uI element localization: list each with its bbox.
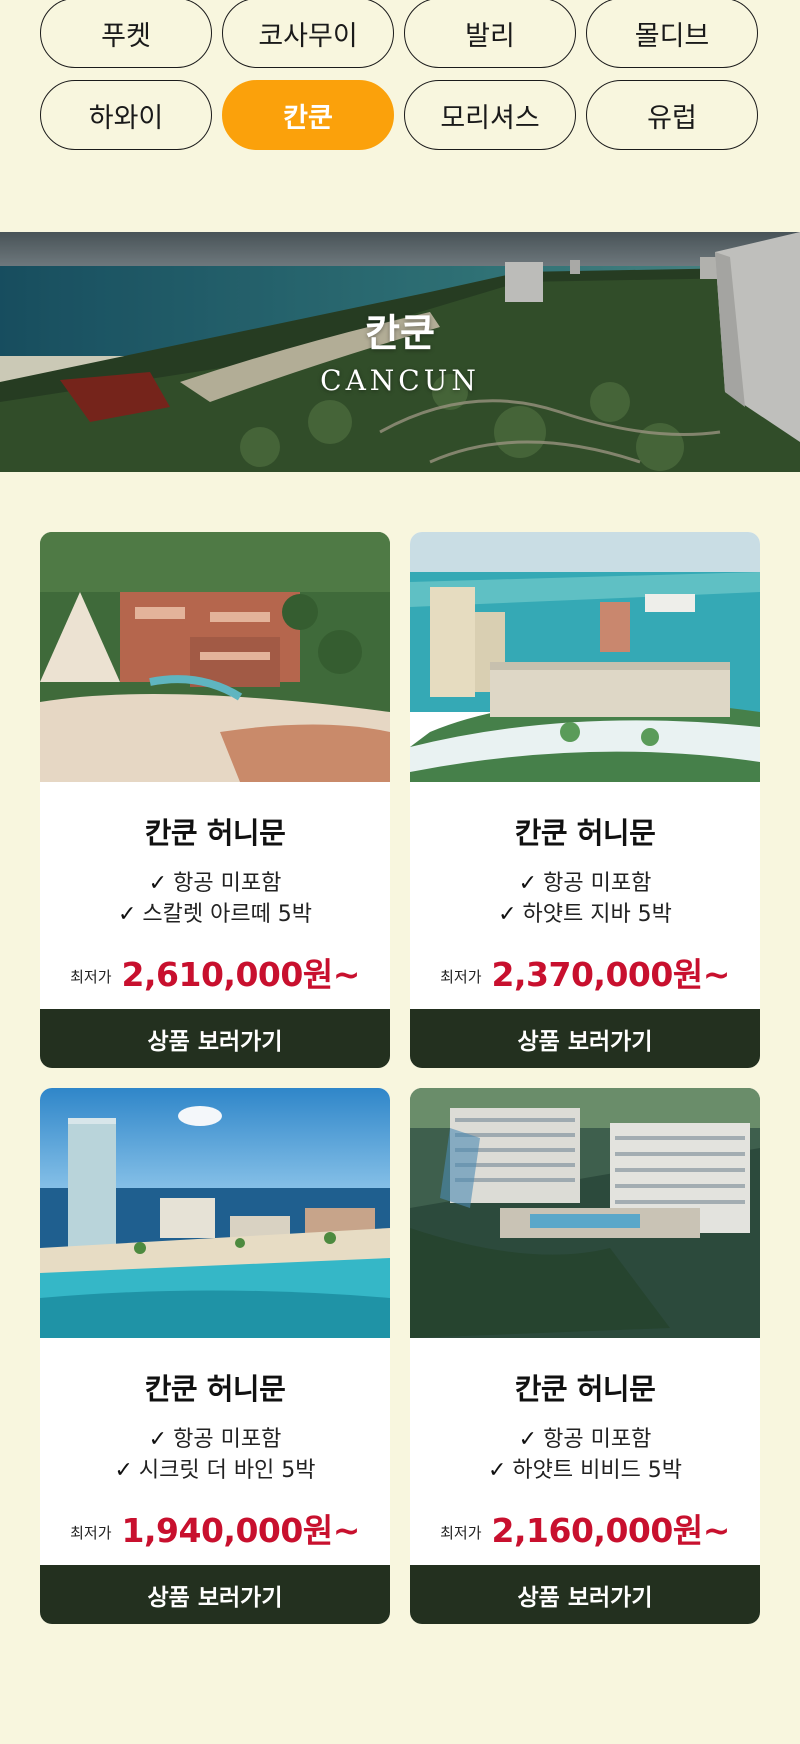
product-card: 칸쿤 허니문 ✓ 항공 미포함 ✓ 스칼렛 아르떼 5박 최저가 2,610,000…: [40, 532, 390, 1068]
feature-item: ✓ 항공 미포함: [410, 1424, 760, 1455]
product-photo: [40, 532, 390, 782]
check-icon: ✓: [487, 1458, 507, 1483]
product-title: 칸쿤 허니문: [144, 1372, 286, 1406]
price-row: 최저가 2,370,000원~: [410, 948, 760, 996]
check-icon: ✓: [117, 902, 137, 927]
feature-item: ✓ 항공 미포함: [40, 868, 390, 899]
price-row: 최저가 1,940,000원~: [40, 1504, 390, 1552]
feature-list: ✓ 항공 미포함 ✓ 스칼렛 아르떼 5박: [40, 868, 390, 930]
check-icon: ✓: [114, 1458, 133, 1483]
feature-list: ✓ 항공 미포함 ✓ 하얏트 지바 5박: [410, 868, 760, 930]
feature-item: ✓ 시크릿 더 바인 5박: [40, 1455, 390, 1486]
destination-banner: 칸쿤 CANCUN: [0, 232, 800, 472]
view-product-button[interactable]: 상품 보러가기: [40, 1565, 390, 1624]
destination-pill-cancun[interactable]: 칸쿤: [222, 80, 394, 150]
price-value: 2,160,000원~: [491, 1511, 731, 1550]
product-card: 칸쿤 허니문 ✓ 항공 미포함 ✓ 하얏트 지바 5박 최저가 2,370,000원…: [410, 532, 760, 1068]
destination-pill-europe[interactable]: 유럽: [586, 80, 758, 150]
check-icon: ✓: [518, 871, 538, 896]
price-label: 최저가: [440, 1524, 482, 1542]
destination-pill-hawaii[interactable]: 하와이: [40, 80, 212, 150]
destination-pill-phuket[interactable]: 푸켓: [40, 0, 212, 68]
price-value: 2,370,000원~: [491, 955, 731, 994]
feature-list: ✓ 항공 미포함 ✓ 시크릿 더 바인 5박: [40, 1424, 390, 1486]
feature-list: ✓ 항공 미포함 ✓ 하얏트 비비드 5박: [410, 1424, 760, 1486]
feature-item: ✓ 하얏트 지바 5박: [410, 899, 760, 930]
product-title: 칸쿤 허니문: [514, 816, 656, 850]
price-value: 1,940,000원~: [121, 1511, 361, 1550]
product-photo: [40, 1088, 390, 1338]
price-label: 최저가: [70, 1524, 112, 1542]
product-photo: [410, 1088, 760, 1338]
feature-item: ✓ 항공 미포함: [40, 1424, 390, 1455]
product-title: 칸쿤 허니문: [144, 816, 286, 850]
check-icon: ✓: [148, 1427, 168, 1452]
destination-pill-maldives[interactable]: 몰디브: [586, 0, 758, 68]
banner-title: 칸쿤: [365, 311, 435, 355]
price-label: 최저가: [440, 968, 482, 986]
product-photo: [410, 532, 760, 782]
destination-pill-bali[interactable]: 발리: [404, 0, 576, 68]
check-icon: ✓: [498, 902, 517, 927]
feature-item: ✓ 스칼렛 아르떼 5박: [40, 899, 390, 930]
destination-filter: 푸켓 코사무이 발리 몰디브 하와이 칸쿤 모리셔스 유럽: [40, 0, 760, 150]
view-product-button[interactable]: 상품 보러가기: [410, 1009, 760, 1068]
feature-item: ✓ 하얏트 비비드 5박: [410, 1455, 760, 1486]
view-product-button[interactable]: 상품 보러가기: [410, 1565, 760, 1624]
price-row: 최저가 2,160,000원~: [410, 1504, 760, 1552]
product-title: 칸쿤 허니문: [514, 1372, 656, 1406]
price-row: 최저가 2,610,000원~: [40, 948, 390, 996]
destination-pill-mauritius[interactable]: 모리셔스: [404, 80, 576, 150]
banner-subtitle: CANCUN: [320, 364, 480, 397]
product-card: 칸쿤 허니문 ✓ 항공 미포함 ✓ 시크릿 더 바인 5박 최저가 1,940,00…: [40, 1088, 390, 1624]
check-icon: ✓: [518, 1427, 538, 1452]
check-icon: ✓: [148, 871, 168, 896]
feature-item: ✓ 항공 미포함: [410, 868, 760, 899]
destination-pill-koh-samui[interactable]: 코사무이: [222, 0, 394, 68]
price-label: 최저가: [70, 968, 112, 986]
product-card: 칸쿤 허니문 ✓ 항공 미포함 ✓ 하얏트 비비드 5박 최저가 2,160,000…: [410, 1088, 760, 1624]
view-product-button[interactable]: 상품 보러가기: [40, 1009, 390, 1068]
price-value: 2,610,000원~: [121, 955, 361, 994]
